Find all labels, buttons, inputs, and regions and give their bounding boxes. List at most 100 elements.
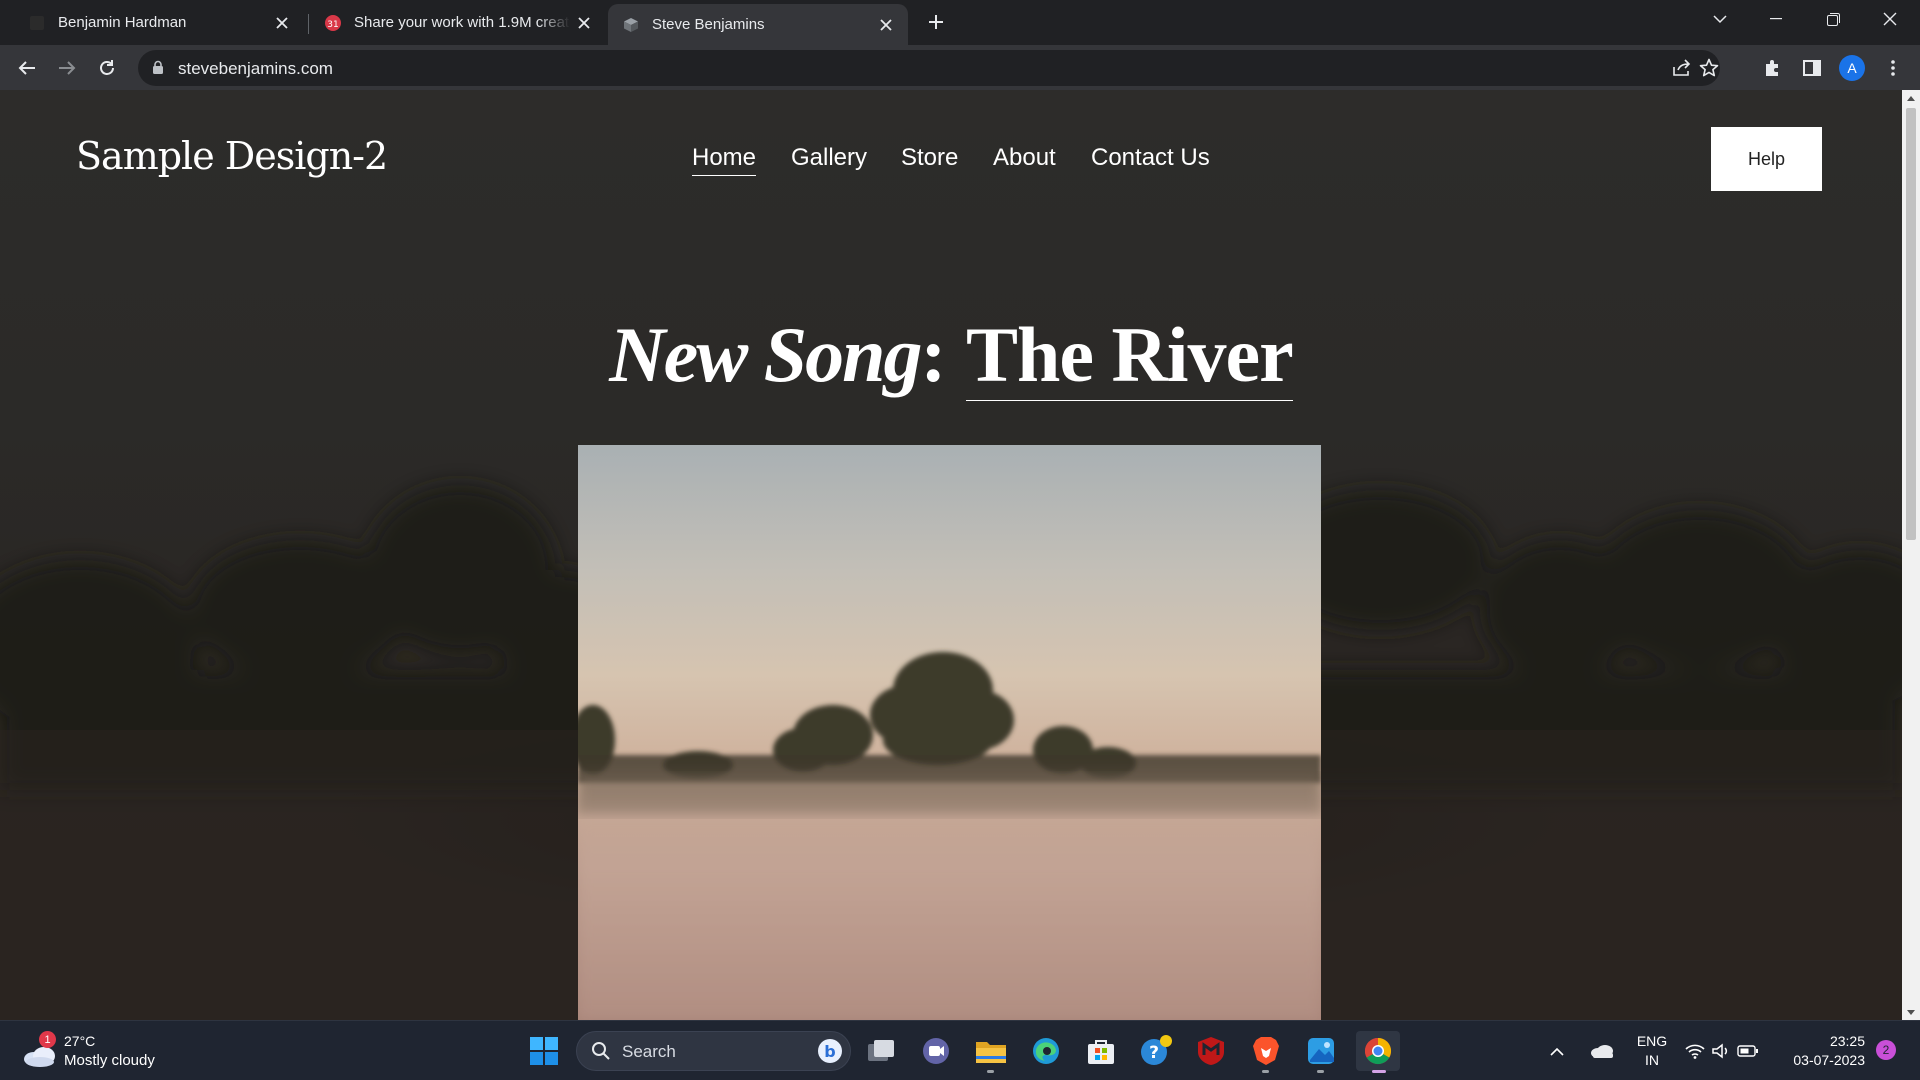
plus-icon [929, 15, 943, 29]
bookmark-star-icon[interactable] [1695, 54, 1723, 82]
brave-browser-button[interactable] [1246, 1031, 1286, 1073]
tab-title: Share your work with 1.9M creati [354, 14, 570, 31]
tab-share-your-work[interactable]: 31 Share your work with 1.9M creati [310, 4, 606, 41]
restore-button[interactable] [1805, 0, 1861, 38]
task-view-button[interactable] [861, 1031, 901, 1071]
puzzle-icon [1766, 60, 1778, 76]
svg-text:?: ? [1149, 1043, 1159, 1063]
kebab-menu-icon [1891, 60, 1895, 76]
volume-icon [1712, 1043, 1728, 1059]
weather-temperature: 27°C [64, 1033, 96, 1049]
photos-app-button[interactable] [1301, 1031, 1341, 1073]
tab-steve-benjamins[interactable]: Steve Benjamins [608, 4, 908, 45]
reload-icon [100, 60, 114, 75]
browser-toolbar: stevebenjamins.com A [0, 45, 1920, 90]
arrow-left-icon [18, 61, 35, 75]
close-tab-icon[interactable] [268, 9, 296, 37]
cube-favicon-icon [622, 16, 640, 34]
extensions-button[interactable] [1755, 51, 1789, 85]
new-tab-button[interactable] [920, 6, 952, 38]
start-button[interactable] [524, 1031, 564, 1071]
file-explorer-button[interactable] [971, 1031, 1011, 1073]
svg-text:b: b [824, 1042, 835, 1061]
lock-icon[interactable] [152, 60, 164, 80]
quick-settings-button[interactable] [1682, 1031, 1762, 1071]
address-url[interactable]: stevebenjamins.com [178, 59, 333, 79]
running-indicator [1262, 1070, 1269, 1073]
site-logo[interactable]: Sample Design-2 [76, 134, 388, 178]
chevron-down-icon [1713, 15, 1727, 24]
song-cover-image [578, 445, 1321, 1020]
nav-contact-us[interactable]: Contact Us [1091, 144, 1210, 172]
weather-widget[interactable]: 1 27°C Mostly cloudy [22, 1031, 172, 1073]
browser-menu-button[interactable] [1876, 51, 1910, 85]
scrollbar-thumb[interactable] [1906, 108, 1916, 540]
close-tab-icon[interactable] [872, 11, 900, 39]
page-scrollbar[interactable] [1902, 90, 1920, 1020]
close-icon [1883, 12, 1897, 26]
behance-favicon-icon: 31 [324, 14, 342, 32]
chevron-up-icon [1550, 1047, 1564, 1056]
page-favicon-icon [28, 14, 46, 32]
teams-chat-button[interactable] [916, 1031, 956, 1071]
minimize-icon [1770, 18, 1782, 20]
clock[interactable]: 23:25 03-07-2023 [1781, 1032, 1865, 1070]
edge-icon [1033, 1038, 1059, 1064]
bing-icon[interactable]: b [817, 1038, 843, 1064]
minimize-button[interactable] [1748, 0, 1804, 38]
weather-description: Mostly cloudy [64, 1052, 155, 1069]
notification-count-badge[interactable]: 2 [1876, 1040, 1896, 1060]
address-bar[interactable]: stevebenjamins.com [138, 50, 1720, 86]
onedrive-button[interactable] [1585, 1031, 1619, 1071]
side-panel-icon [1803, 60, 1821, 76]
tab-separator [308, 14, 309, 34]
help-button[interactable]: Help [1711, 127, 1822, 191]
clock-time: 23:25 [1829, 1033, 1865, 1049]
help-question-icon: ? [1141, 1035, 1172, 1065]
share-icon[interactable] [1668, 54, 1696, 82]
weather-alert-badge: 1 [39, 1031, 56, 1048]
close-window-button[interactable] [1862, 0, 1918, 38]
brave-lion-icon [1253, 1037, 1279, 1065]
tab-benjamin-hardman[interactable]: Benjamin Hardman [14, 4, 304, 41]
arrow-right-icon [59, 61, 76, 75]
tab-title: Benjamin Hardman [58, 14, 187, 31]
restore-icon [1826, 12, 1840, 26]
chrome-browser-button[interactable] [1356, 1031, 1400, 1073]
headline-song-link[interactable]: The River [965, 311, 1294, 401]
scroll-down-arrow-icon[interactable] [1902, 1004, 1920, 1020]
tab-search-button[interactable] [1692, 0, 1748, 38]
wifi-icon [1685, 1044, 1705, 1059]
show-hidden-icons-button[interactable] [1542, 1031, 1572, 1071]
nav-gallery[interactable]: Gallery [791, 144, 867, 172]
get-help-button[interactable]: ? [1136, 1031, 1176, 1071]
edge-browser-button[interactable] [1026, 1031, 1066, 1071]
scroll-up-arrow-icon[interactable] [1902, 90, 1920, 106]
microsoft-store-button[interactable] [1081, 1031, 1121, 1071]
input-language-indicator[interactable]: ENG IN [1632, 1032, 1672, 1070]
nav-store[interactable]: Store [901, 144, 958, 172]
search-icon [592, 1042, 610, 1060]
running-indicator [987, 1070, 994, 1073]
active-indicator [1372, 1070, 1386, 1073]
folder-icon [976, 1042, 1006, 1063]
forward-button[interactable] [50, 51, 84, 85]
nav-about[interactable]: About [993, 144, 1056, 172]
reload-button[interactable] [90, 51, 124, 85]
hero-headline: New Song: The River [0, 310, 1902, 401]
side-panel-button[interactable] [1795, 51, 1829, 85]
profile-avatar[interactable]: A [1839, 55, 1865, 81]
windows-taskbar: 1 27°C Mostly cloudy Search b ? ENG IN 2… [0, 1020, 1920, 1080]
browser-tab-bar: Benjamin Hardman 31 Share your work with… [0, 0, 1920, 45]
windows-logo-icon [530, 1037, 558, 1065]
web-page: Sample Design-2 Home Gallery Store About… [0, 90, 1902, 1020]
clock-date: 03-07-2023 [1793, 1052, 1865, 1068]
mcafee-button[interactable] [1191, 1031, 1231, 1071]
onedrive-cloud-icon [1591, 1045, 1613, 1058]
task-view-icon [868, 1040, 894, 1061]
back-button[interactable] [10, 51, 44, 85]
nav-home[interactable]: Home [692, 144, 757, 176]
close-tab-icon[interactable] [570, 9, 598, 37]
taskbar-search[interactable]: Search b [576, 1031, 851, 1071]
taskbar-search-label: Search [622, 1042, 676, 1061]
